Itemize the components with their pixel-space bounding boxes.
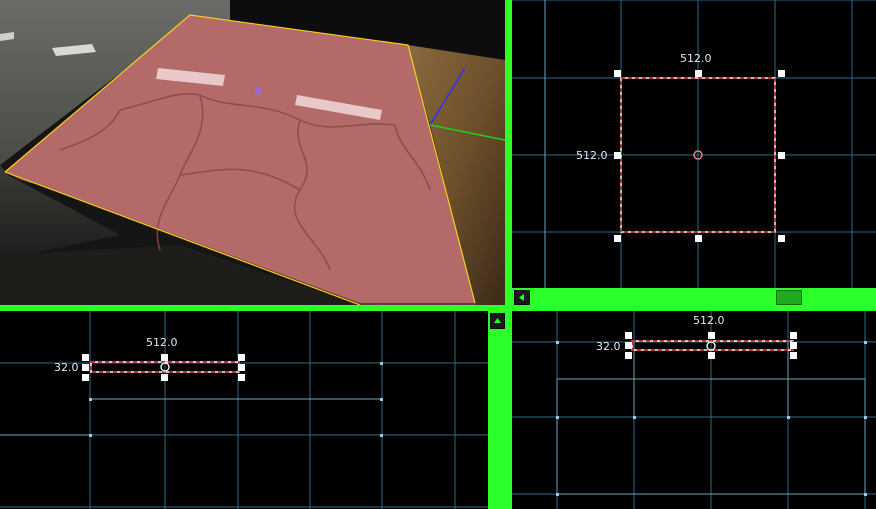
scroll-up-button[interactable] (490, 313, 505, 329)
front-grid (0, 311, 488, 509)
height-dimension-label: 512.0 (576, 149, 608, 162)
resize-handle[interactable] (778, 152, 785, 159)
resize-handle[interactable] (695, 70, 702, 77)
side-viewport[interactable]: 512.0 32.0 (512, 311, 876, 509)
resize-handle[interactable] (161, 354, 168, 361)
perspective-viewport[interactable] (0, 0, 505, 305)
vertical-scrollbar[interactable] (488, 311, 505, 509)
perspective-scene (0, 0, 505, 305)
resize-handle[interactable] (625, 342, 632, 349)
resize-handle[interactable] (82, 354, 89, 361)
resize-handle[interactable] (790, 342, 797, 349)
scroll-up-icon (494, 318, 501, 323)
resize-handle[interactable] (238, 374, 245, 381)
resize-handle[interactable] (238, 364, 245, 371)
width-dimension-label: 512.0 (146, 336, 178, 349)
width-dimension-label: 512.0 (693, 314, 725, 327)
top-viewport[interactable]: 512.0 512.0 (512, 0, 876, 305)
origin-marker (254, 87, 262, 95)
width-dimension-label: 512.0 (680, 52, 712, 65)
scroll-thumb[interactable] (776, 290, 802, 305)
resize-handle[interactable] (82, 364, 89, 371)
top-grid (512, 0, 876, 288)
resize-handle[interactable] (625, 352, 632, 359)
resize-handle[interactable] (778, 235, 785, 242)
resize-handle[interactable] (778, 70, 785, 77)
resize-handle[interactable] (695, 235, 702, 242)
resize-handle[interactable] (614, 70, 621, 77)
resize-handle[interactable] (708, 332, 715, 339)
height-dimension-label: 32.0 (596, 340, 621, 353)
scroll-left-button[interactable] (514, 290, 530, 305)
resize-handle[interactable] (625, 332, 632, 339)
scroll-left-icon (519, 294, 524, 301)
resize-handle[interactable] (82, 374, 89, 381)
horizontal-scrollbar[interactable] (512, 288, 876, 305)
front-viewport[interactable]: 512.0 32.0 (0, 311, 505, 509)
resize-handle[interactable] (790, 332, 797, 339)
resize-handle[interactable] (614, 152, 621, 159)
vertical-splitter[interactable] (505, 0, 512, 509)
side-grid (512, 311, 876, 509)
resize-handle[interactable] (161, 374, 168, 381)
resize-handle[interactable] (238, 354, 245, 361)
height-dimension-label: 32.0 (54, 361, 79, 374)
resize-handle[interactable] (614, 235, 621, 242)
resize-handle[interactable] (708, 352, 715, 359)
resize-handle[interactable] (790, 352, 797, 359)
